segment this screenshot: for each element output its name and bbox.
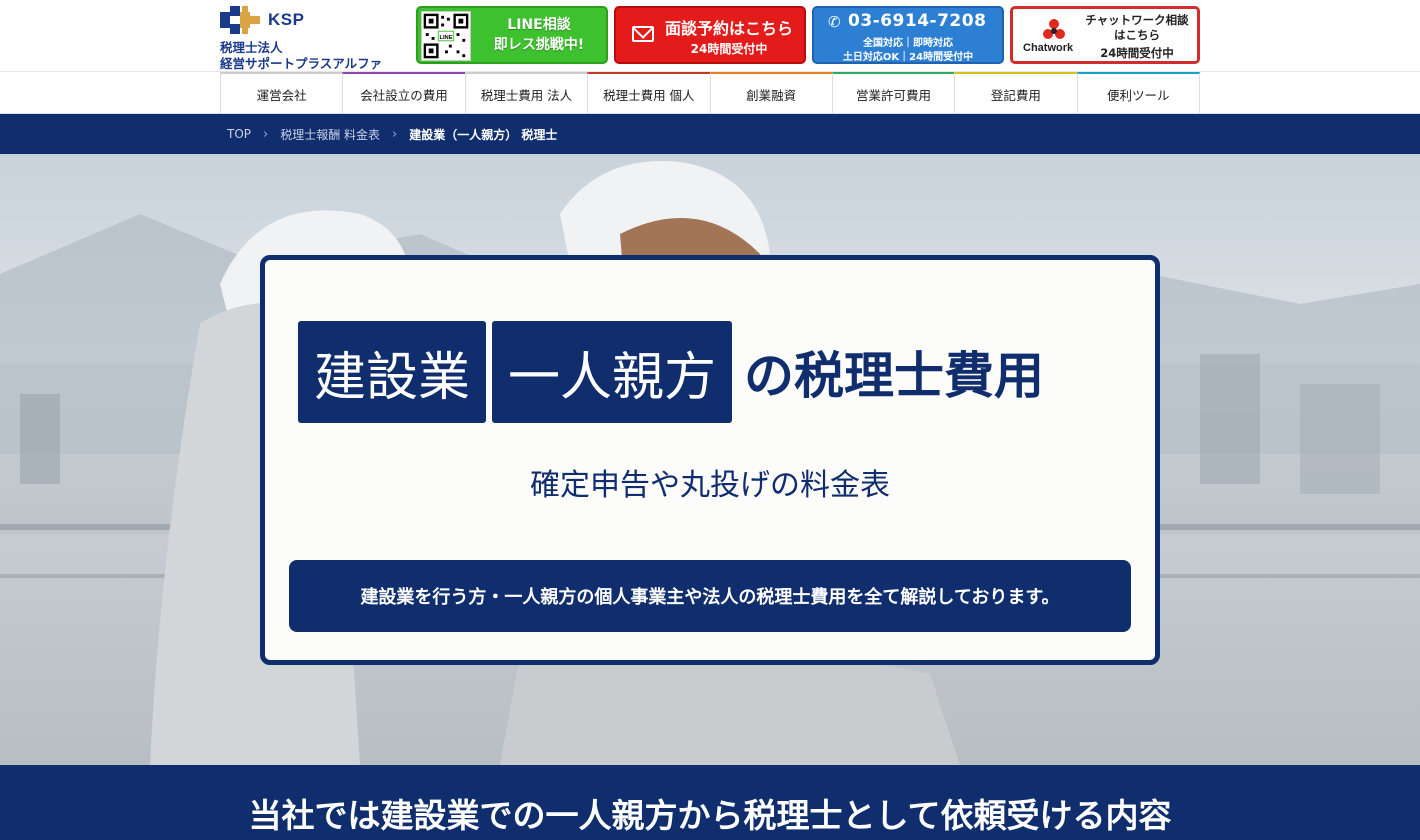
logo-mark-icon xyxy=(220,6,260,34)
nav-item-company[interactable]: 運営会社 xyxy=(220,72,343,114)
breadcrumb-top-link[interactable]: TOP xyxy=(227,127,251,141)
phone-cta-sub2: 土日対応OK｜24時間受付中 xyxy=(842,52,974,63)
hero-subtitle: 確定申告や丸投げの料金表 xyxy=(530,468,890,503)
nav-item-tax-fee-individual[interactable]: 税理士費用 個人 xyxy=(587,72,710,114)
chatwork-logo-icon xyxy=(1043,19,1065,39)
hero-title: 建設業 一人親方 の税理士費用 xyxy=(298,320,1044,424)
line-qr-code-icon: LINE xyxy=(421,11,471,61)
nav-item-tools[interactable]: 便利ツール xyxy=(1076,72,1200,114)
phone-cta-sub1: 全国対応｜即時対応 xyxy=(863,38,953,49)
chat-cta-line2: はこちら xyxy=(1114,28,1160,42)
nav-item-incorporation-cost[interactable]: 会社設立の費用 xyxy=(342,72,465,114)
hero-title-card: 建設業 一人親方 の税理士費用 確定申告や丸投げの料金表 建設業を行う方・一人親… xyxy=(260,255,1160,665)
breadcrumb-chevron-icon: › xyxy=(263,126,269,142)
site-logo[interactable]: KSP 税理士法人 経営サポートプラスアルファ xyxy=(220,4,400,71)
line-consult-button[interactable]: LINE LINE相談 即レス挑戦中! xyxy=(416,6,608,64)
global-nav: 運営会社 会社設立の費用 税理士費用 法人 税理士費用 個人 創業融資 営業許可… xyxy=(0,72,1420,114)
logo-short-name: KSP xyxy=(268,10,305,29)
nav-item-registration-cost[interactable]: 登記費用 xyxy=(954,72,1077,114)
chatwork-brand-label: Chatwork xyxy=(1023,42,1074,54)
phone-call-button[interactable]: ✆ 03-6914-7208 全国対応｜即時対応 土日対応OK｜24時間受付中 xyxy=(812,6,1004,64)
chat-cta-line1: チャットワーク相談 xyxy=(1085,13,1189,27)
meeting-reservation-button[interactable]: 面談予約はこちら 24時間受付中 xyxy=(614,6,806,64)
section-heading-band: 当社では建設業での一人親方から税理士として依頼受ける内容 xyxy=(0,765,1420,840)
breadcrumb-fee-table-link[interactable]: 税理士報酬 料金表 xyxy=(280,126,380,143)
breadcrumb-current: 建設業（一人親方） 税理士 xyxy=(409,127,558,142)
hero-description: 建設業を行う方・一人親方の個人事業主や法人の税理士費用を全て解説しております。 xyxy=(289,560,1131,632)
qr-line-label: LINE xyxy=(439,35,452,41)
line-cta-title: LINE相談 xyxy=(507,17,571,33)
mail-cta-subtitle: 24時間受付中 xyxy=(690,42,768,56)
section-heading: 当社では建設業での一人親方から税理士として依頼受ける内容 xyxy=(248,796,1172,835)
mail-icon xyxy=(632,26,654,42)
hero-title-rest: の税理士費用 xyxy=(744,347,1045,405)
nav-item-tax-fee-corporate[interactable]: 税理士費用 法人 xyxy=(464,72,588,114)
phone-number: 03-6914-7208 xyxy=(848,11,987,31)
hero-section: 建設業 一人親方 の税理士費用 確定申告や丸投げの料金表 建設業を行う方・一人親… xyxy=(0,154,1420,765)
line-cta-subtitle: 即レス挑戦中! xyxy=(493,37,585,53)
logo-name-line2: 経営サポートプラスアルファ xyxy=(220,56,383,71)
mail-cta-title: 面談予約はこちら xyxy=(664,19,793,38)
breadcrumb-chevron-icon: › xyxy=(392,126,398,142)
breadcrumb: TOP › 税理士報酬 料金表 › 建設業（一人親方） 税理士 xyxy=(0,114,1420,154)
site-header: KSP 税理士法人 経営サポートプラスアルファ LINE LINE相談 即レス挑… xyxy=(0,0,1420,72)
phone-icon: ✆ xyxy=(828,13,841,31)
nav-item-startup-loan[interactable]: 創業融資 xyxy=(709,72,832,114)
hero-tag-construction: 建設業 xyxy=(298,321,487,423)
global-nav-items: 運営会社 会社設立の費用 税理士費用 法人 税理士費用 個人 創業融資 営業許可… xyxy=(220,72,1200,114)
chatwork-consult-button[interactable]: Chatwork チャットワーク相談 はこちら 24時間受付中 xyxy=(1010,6,1200,64)
hero-tag-sole-proprietor: 一人親方 xyxy=(492,321,733,423)
chat-cta-line3: 24時間受付中 xyxy=(1100,46,1174,60)
nav-item-business-permit-cost[interactable]: 営業許可費用 xyxy=(831,72,955,114)
